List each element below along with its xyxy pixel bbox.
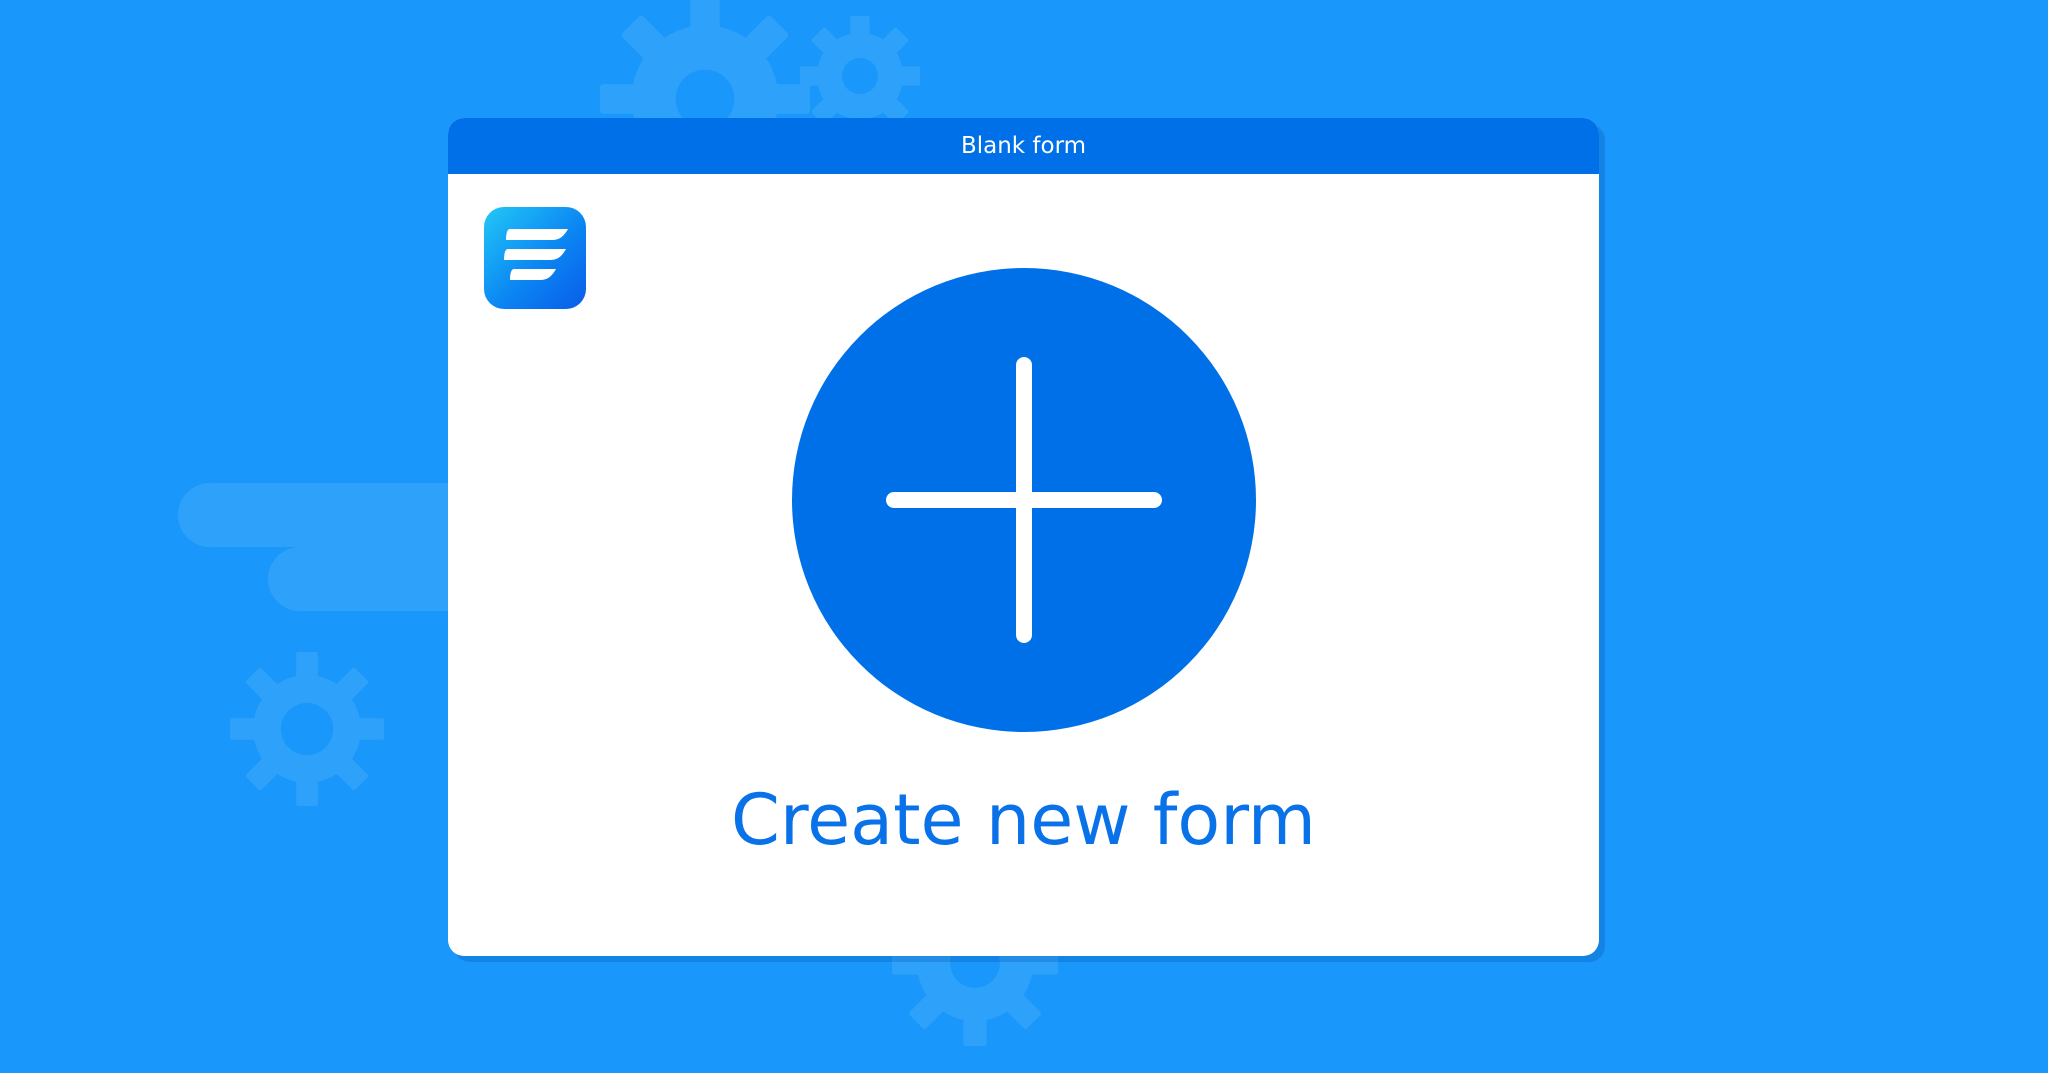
app-logo-icon xyxy=(484,207,586,309)
create-form-button[interactable] xyxy=(792,268,1256,732)
window-title: Blank form xyxy=(448,118,1599,174)
blank-form-window: Blank form Create new form xyxy=(448,118,1599,956)
create-new-form-label[interactable]: Create new form xyxy=(448,780,1599,860)
gear-icon xyxy=(230,652,384,806)
plus-icon xyxy=(886,357,1162,643)
canvas: Blank form Create new form xyxy=(0,0,2048,1073)
